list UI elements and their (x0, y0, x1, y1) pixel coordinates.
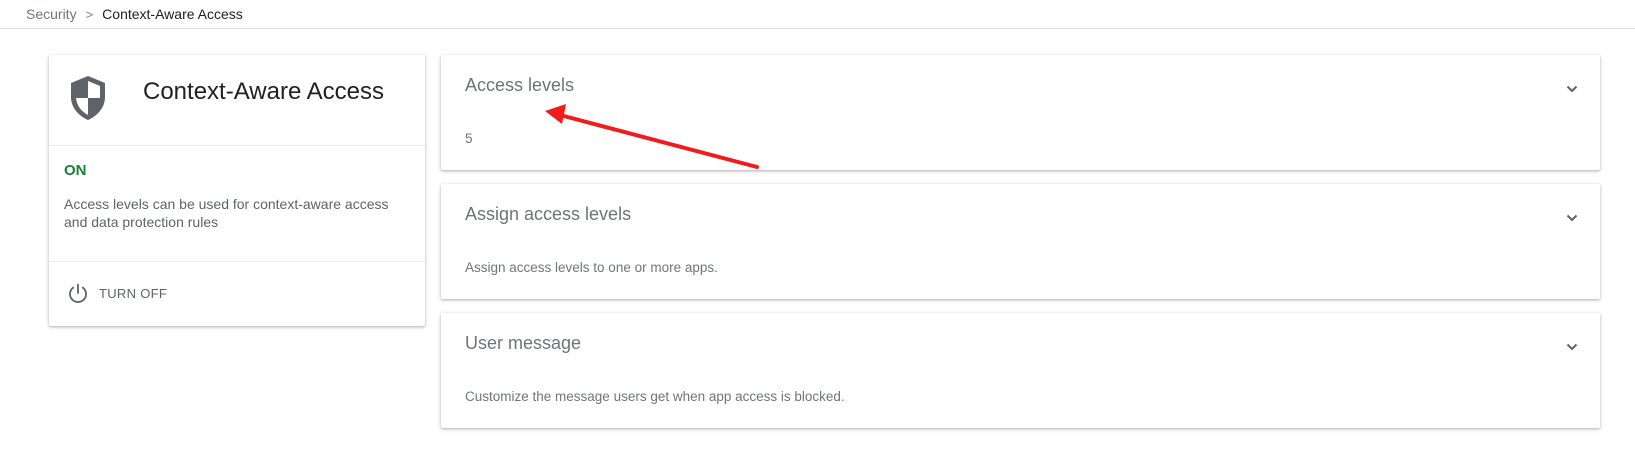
summary-card-body: ON Access levels can be used for context… (49, 146, 425, 262)
panel-title: User message (465, 333, 582, 353)
assign-access-levels-panel[interactable]: Assign access levels Assign access level… (441, 184, 1600, 299)
summary-card-title: Context-Aware Access (143, 78, 384, 105)
summary-card-footer: TURN OFF (49, 262, 425, 327)
turn-off-label: TURN OFF (99, 285, 168, 301)
breadcrumb-security-link[interactable]: Security (26, 6, 77, 22)
breadcrumb-separator: > (85, 6, 94, 22)
panel-title: Assign access levels (465, 204, 632, 224)
panel-description: Assign access levels to one or more apps… (465, 260, 718, 275)
summary-description: Access levels can be used for context-aw… (64, 196, 389, 230)
panel-description: Customize the message users get when app… (465, 389, 845, 404)
breadcrumb-current: Context-Aware Access (102, 6, 243, 22)
summary-card: Context-Aware Access ON Access levels ca… (49, 55, 425, 326)
chevron-down-icon[interactable] (1564, 339, 1580, 355)
access-levels-count: 5 (465, 131, 473, 146)
summary-card-header: Context-Aware Access (49, 55, 425, 146)
power-icon (69, 283, 87, 303)
access-levels-panel[interactable]: Access levels 5 (441, 55, 1600, 170)
chevron-down-icon[interactable] (1564, 210, 1580, 226)
status-badge: ON (64, 162, 87, 179)
turn-off-button[interactable]: TURN OFF (67, 282, 167, 304)
shield-icon (71, 76, 105, 120)
breadcrumb: Security > Context-Aware Access (0, 0, 1635, 29)
panel-title: Access levels (465, 75, 575, 95)
user-message-panel[interactable]: User message Customize the message users… (441, 313, 1600, 428)
chevron-down-icon[interactable] (1564, 81, 1580, 97)
